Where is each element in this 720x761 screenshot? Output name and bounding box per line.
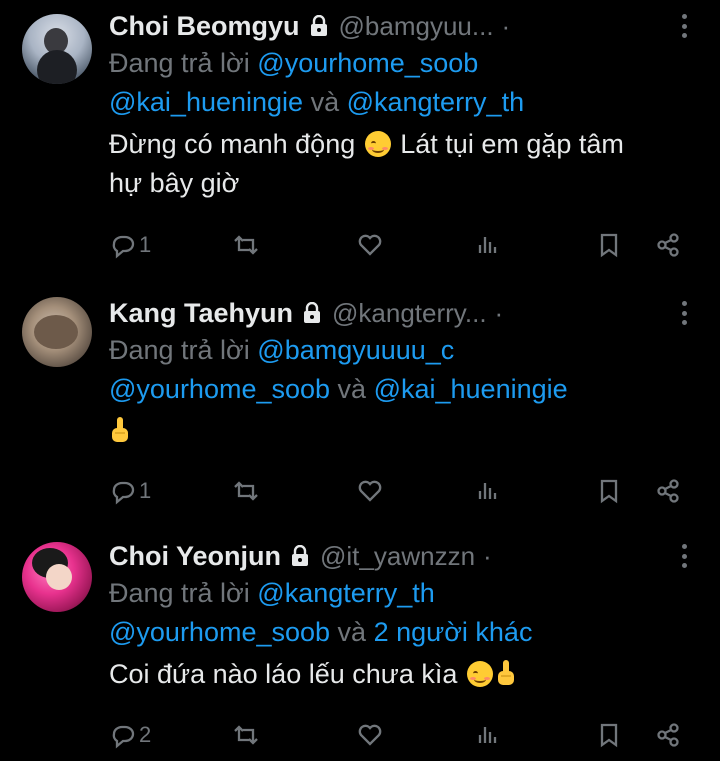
- tweet-text: [109, 412, 696, 451]
- middle-finger-emoji-icon: [112, 417, 128, 442]
- action-bar: 1: [0, 474, 720, 508]
- retweet-icon: [234, 235, 258, 255]
- retweet-button[interactable]: [232, 474, 260, 508]
- tweet-text-part: Đừng có manh động: [109, 129, 356, 159]
- like-button[interactable]: [356, 474, 384, 508]
- bookmark-icon: [600, 723, 618, 748]
- bookmark-button[interactable]: [595, 228, 623, 262]
- replying-to: Đang trả lời @kangterry_th @yourhome_soo…: [109, 574, 696, 652]
- retweet-button[interactable]: [232, 718, 260, 752]
- mention-link[interactable]: @kai_hueningie: [374, 374, 568, 404]
- separator-dot: ·: [494, 297, 504, 328]
- mention-link[interactable]: @kai_hueningie: [109, 87, 303, 117]
- retweet-icon: [234, 725, 258, 745]
- like-button[interactable]: [356, 228, 384, 262]
- replying-to: Đang trả lời @yourhome_soob @kai_huening…: [109, 44, 696, 122]
- mention-link[interactable]: @yourhome_soob: [109, 374, 330, 404]
- lock-icon: [310, 15, 327, 36]
- author-name[interactable]: Kang Taehyun: [109, 298, 293, 329]
- bar-chart-icon: [478, 727, 497, 743]
- tweet-text-part: hự bây giờ: [109, 168, 240, 198]
- tweet[interactable]: Choi Beomgyu @bamgyuu... · Đang trả lời …: [0, 0, 720, 262]
- author-name[interactable]: Choi Yeonjun: [109, 541, 281, 572]
- tweet-text: Đừng có manh động Lát tụi em gặp tâm hự …: [109, 125, 696, 203]
- author-handle[interactable]: @bamgyuu...: [339, 11, 494, 42]
- share-button[interactable]: [654, 228, 682, 262]
- share-button[interactable]: [654, 718, 682, 752]
- reply-button[interactable]: 1: [109, 474, 151, 508]
- tweet-text: Coi đứa nào láo lếu chưa kìa: [109, 655, 696, 694]
- like-button[interactable]: [356, 718, 384, 752]
- reply-count: 1: [139, 478, 152, 503]
- replying-to: Đang trả lời @bamgyuuuu_c @yourhome_soob…: [109, 331, 696, 409]
- middle-finger-emoji-icon: [497, 660, 514, 685]
- bookmark-button[interactable]: [595, 718, 623, 752]
- heart-icon: [358, 234, 382, 256]
- author-handle[interactable]: @it_yawnzzn: [320, 541, 475, 572]
- speech-bubble-icon: [112, 235, 135, 259]
- author-handle[interactable]: @kangterry...: [332, 298, 487, 329]
- smiling-face-emoji-icon: [466, 661, 493, 687]
- avatar[interactable]: [22, 297, 92, 367]
- more-vertical-icon[interactable]: [672, 14, 696, 38]
- conjunction-text: và: [330, 617, 374, 647]
- speech-bubble-icon: [112, 725, 135, 749]
- mention-link[interactable]: @bamgyuuuu_c: [257, 335, 454, 365]
- avatar[interactable]: [22, 542, 92, 612]
- share-icon: [657, 723, 679, 747]
- reply-count: 2: [139, 722, 152, 747]
- views-button[interactable]: [474, 228, 502, 262]
- tweet-text-part: Coi đứa nào láo lếu chưa kìa: [109, 659, 458, 689]
- tweet[interactable]: Kang Taehyun @kangterry... · Đang trả lờ…: [0, 297, 720, 513]
- share-icon: [657, 479, 679, 503]
- views-button[interactable]: [474, 718, 502, 752]
- lock-icon: [292, 545, 309, 566]
- reply-button[interactable]: 2: [109, 718, 151, 752]
- separator-dot: ·: [501, 10, 511, 41]
- heart-icon: [358, 724, 382, 746]
- avatar[interactable]: [22, 14, 92, 84]
- bookmark-button[interactable]: [595, 474, 623, 508]
- mention-link[interactable]: @kangterry_th: [347, 87, 525, 117]
- share-icon: [657, 233, 679, 257]
- smiling-face-emoji-icon: [364, 131, 391, 157]
- mention-link[interactable]: @kangterry_th: [257, 578, 435, 608]
- share-button[interactable]: [654, 474, 682, 508]
- separator-dot: ·: [483, 540, 492, 571]
- replying-to-label: Đang trả lời: [109, 48, 250, 78]
- more-vertical-icon[interactable]: [672, 301, 696, 325]
- retweet-button[interactable]: [232, 228, 260, 262]
- more-vertical-icon[interactable]: [672, 544, 696, 568]
- tweet[interactable]: Choi Yeonjun @it_yawnzzn · Đang trả lời …: [0, 540, 720, 761]
- heart-icon: [358, 480, 382, 502]
- bookmark-icon: [600, 479, 618, 504]
- reply-count: 1: [139, 232, 152, 257]
- mention-link[interactable]: @yourhome_soob: [109, 617, 330, 647]
- action-bar: 1: [0, 228, 720, 262]
- lock-icon: [304, 302, 321, 323]
- tweet-text-part: Lát tụi em gặp tâm: [400, 129, 624, 159]
- bookmark-icon: [600, 233, 618, 258]
- bar-chart-icon: [478, 483, 497, 499]
- reply-button[interactable]: 1: [109, 228, 151, 262]
- mention-link[interactable]: 2 người khác: [374, 617, 533, 647]
- retweet-icon: [234, 481, 258, 501]
- conjunction-text: và: [303, 87, 347, 117]
- author-name[interactable]: Choi Beomgyu: [109, 11, 300, 42]
- replying-to-label: Đang trả lời: [109, 335, 250, 365]
- mention-link[interactable]: @yourhome_soob: [257, 48, 478, 78]
- conjunction-text: và: [330, 374, 374, 404]
- bar-chart-icon: [478, 237, 497, 253]
- speech-bubble-icon: [112, 481, 135, 505]
- replying-to-label: Đang trả lời: [109, 578, 250, 608]
- views-button[interactable]: [474, 474, 502, 508]
- action-bar: 2: [0, 718, 720, 752]
